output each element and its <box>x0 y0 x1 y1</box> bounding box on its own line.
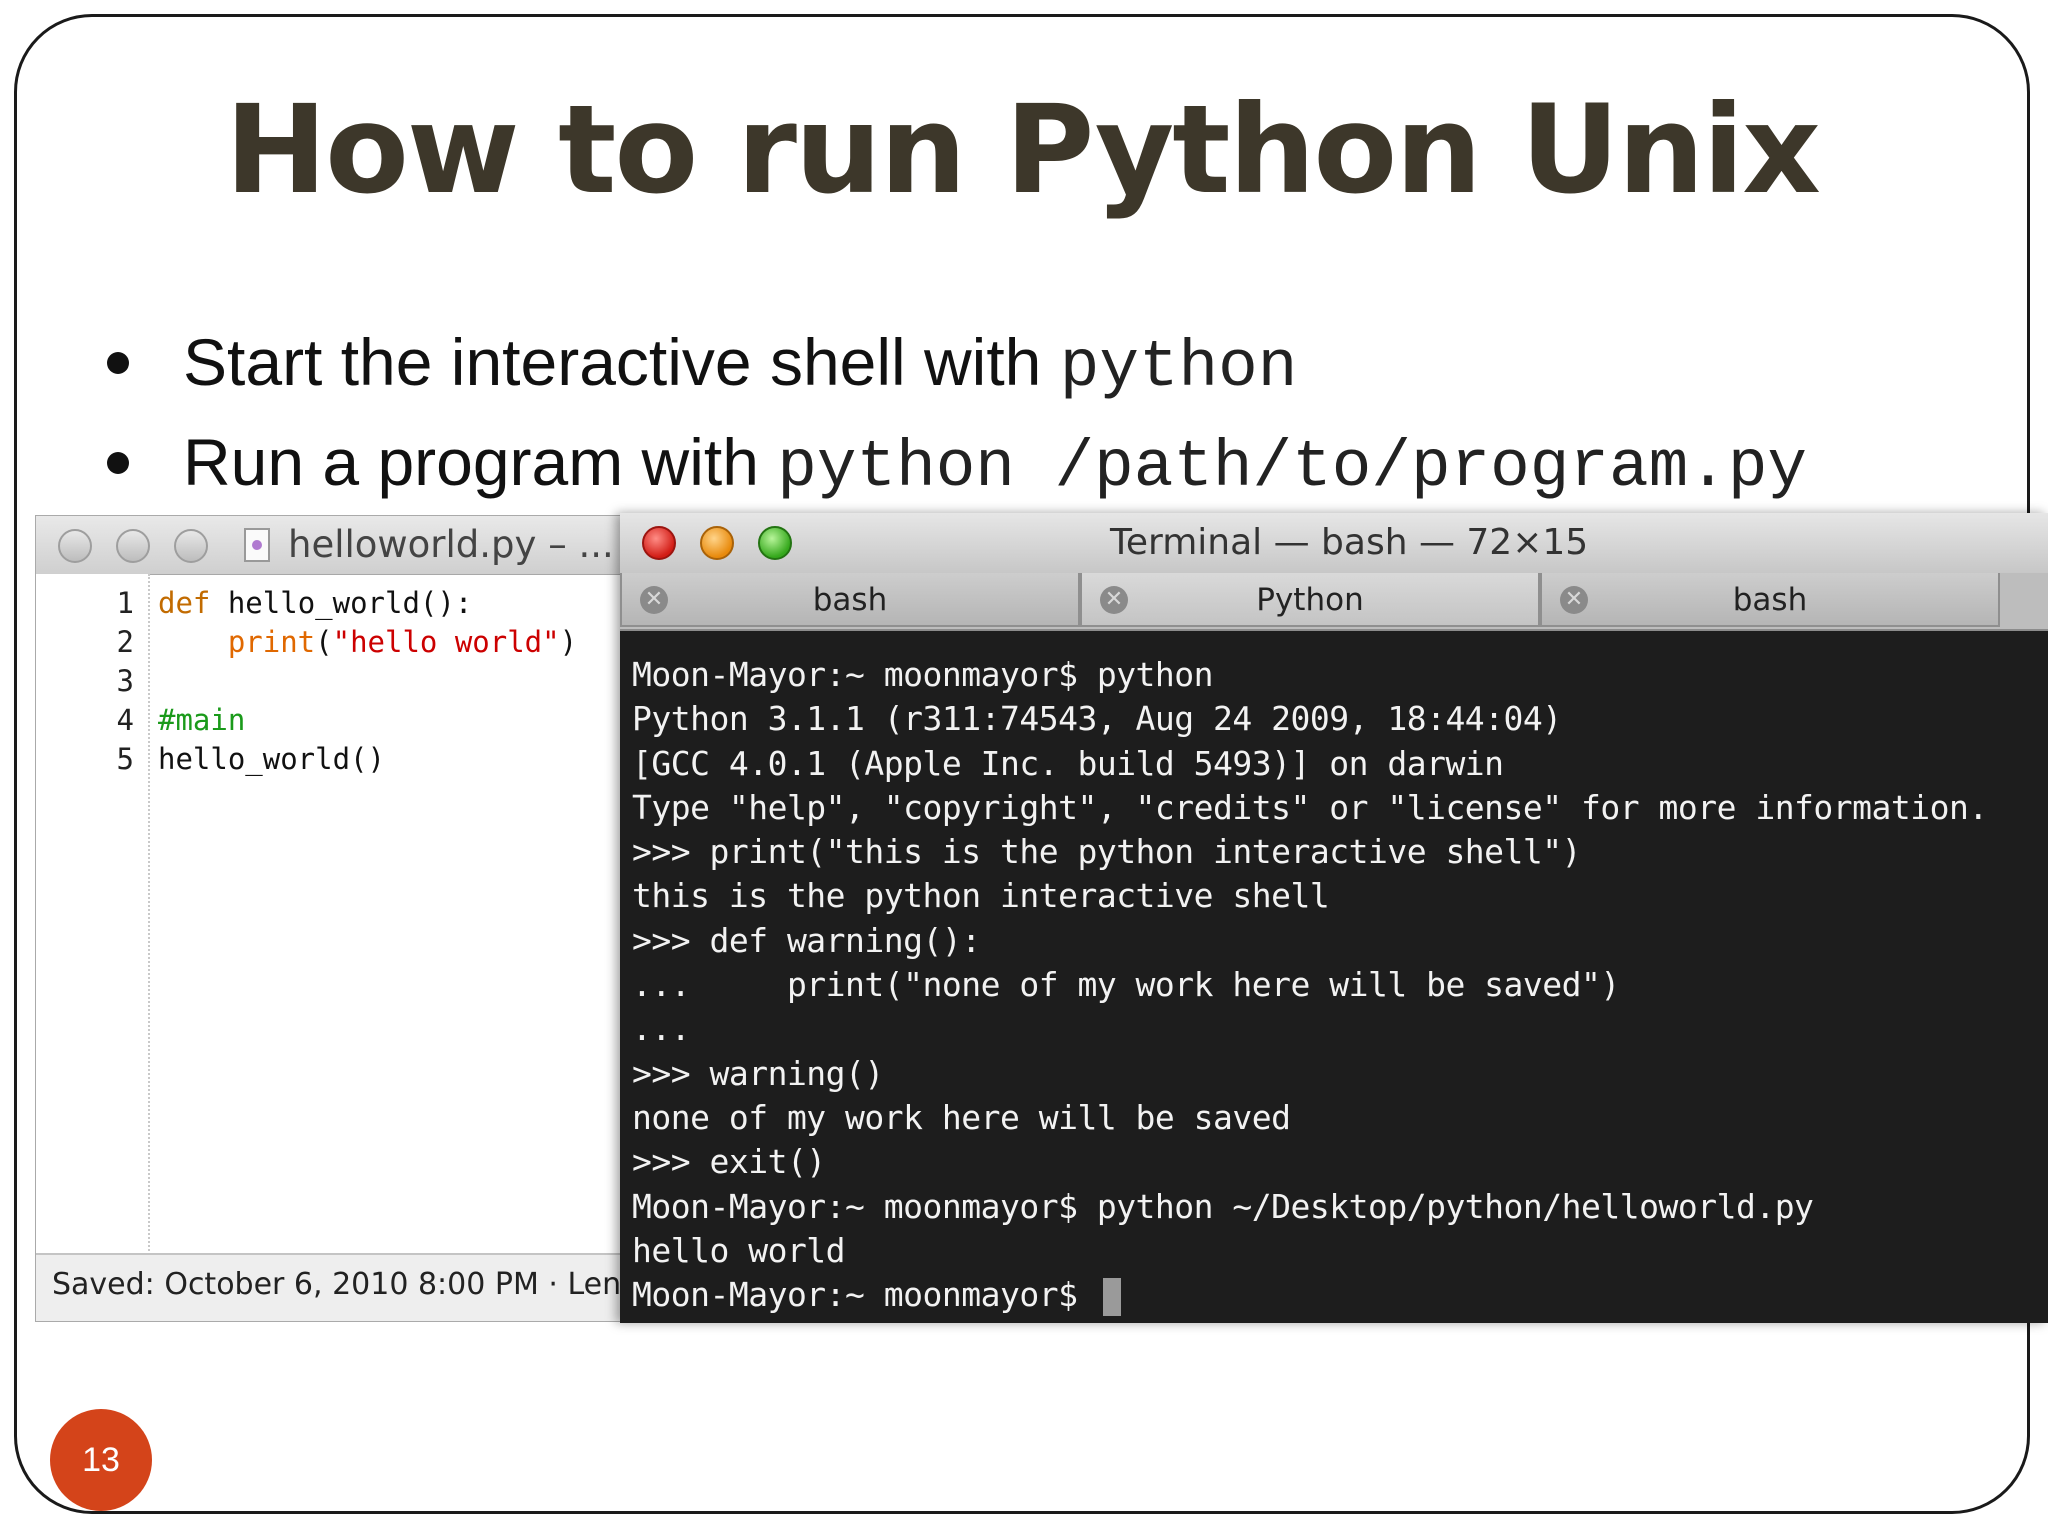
code-text: #main <box>134 703 245 737</box>
code-text: print("hello world") <box>134 625 577 659</box>
terminal-line-text: Moon-Mayor:~ moonmayor$ python ~/Desktop… <box>632 1186 1814 1226</box>
tab-bash[interactable]: ✕ bash <box>620 573 1080 627</box>
code-token: "hello world" <box>332 625 560 659</box>
bullet-item: Run a program with python /path/to/progr… <box>97 412 1807 512</box>
code-line: 5 hello_world() <box>36 740 654 779</box>
terminal-line: >>> print("this is the python interactiv… <box>632 830 2048 874</box>
terminal-line-text: ... print("none of my work here will be … <box>632 965 1620 1005</box>
editor-titlebar[interactable]: helloworld.py – ... <box>36 516 654 575</box>
terminal-line-text: this is the python interactive shell <box>632 876 1330 916</box>
line-number: 5 <box>116 742 134 776</box>
terminal-titlebar[interactable]: Terminal — bash — 72×15 <box>620 513 2048 573</box>
code-line: 3 <box>36 662 654 701</box>
tab-close-icon[interactable]: ✕ <box>1100 586 1128 614</box>
zoom-traffic-light-icon[interactable] <box>758 526 792 560</box>
terminal-line: ... print("none of my work here will be … <box>632 963 2048 1007</box>
tab-close-icon[interactable]: ✕ <box>640 586 668 614</box>
terminal-line-text: ... <box>632 1009 691 1049</box>
terminal-window: Terminal — bash — 72×15 ✕ bash ✕ Python … <box>620 513 2048 1323</box>
code-token: ) <box>559 625 578 659</box>
terminal-line: >>> exit() <box>632 1140 2048 1184</box>
bullet-code: python <box>1059 330 1298 405</box>
terminal-line: Python 3.1.1 (r311:74543, Aug 24 2009, 1… <box>632 697 2048 741</box>
terminal-line: Moon-Mayor:~ moonmayor$ python <box>632 653 2048 697</box>
code-text: def hello_world(): <box>134 586 472 620</box>
terminal-tab-bar: ✕ bash ✕ Python ✕ bash <box>620 573 2048 631</box>
terminal-line: Moon-Mayor:~ moonmayor$ python ~/Desktop… <box>632 1185 2048 1229</box>
terminal-output[interactable]: Moon-Mayor:~ moonmayor$ python Python 3.1… <box>620 631 2048 1323</box>
terminal-line: this is the python interactive shell <box>632 874 2048 918</box>
terminal-line-text: >>> print("this is the python interactiv… <box>632 832 1582 872</box>
terminal-line-text: [GCC 4.0.1 (Apple Inc. build 5493)] on d… <box>632 743 1504 783</box>
code-line: 1 def hello_world(): <box>36 584 654 623</box>
bullet-code: python /path/to/program.py <box>777 430 1808 505</box>
code-token: print <box>227 625 316 659</box>
terminal-line: Moon-Mayor:~ moonmayor$ <box>632 1273 2048 1317</box>
slide-title: How to run Python Unix <box>224 79 1821 221</box>
tab-python[interactable]: ✕ Python <box>1080 573 1540 627</box>
terminal-line-text: Moon-Mayor:~ moonmayor$ <box>632 1275 1097 1315</box>
terminal-line-text: >>> warning() <box>632 1053 884 1093</box>
editor-window: helloworld.py – ... 1 def hello_world(): 2… <box>35 515 655 1322</box>
code-token: ( <box>315 625 333 659</box>
code-text: hello_world() <box>134 742 385 776</box>
editor-status-bar: Saved: October 6, 2010 8:00 PM · Length <box>36 1253 654 1321</box>
code-line: 4 #main <box>36 701 654 740</box>
line-number: 2 <box>116 625 134 659</box>
terminal-cursor <box>1102 1277 1121 1316</box>
close-traffic-light-icon[interactable] <box>58 529 92 563</box>
line-number: 3 <box>116 664 134 698</box>
terminal-line: hello world <box>632 1229 2048 1273</box>
document-icon <box>244 528 270 562</box>
terminal-line-text: >>> def warning(): <box>632 920 981 960</box>
editor-text-area[interactable]: 1 def hello_world(): 2 print("hello world"… <box>36 574 654 1255</box>
code-lines: 1 def hello_world(): 2 print("hello world"… <box>36 584 654 779</box>
minimize-traffic-light-icon[interactable] <box>116 529 150 563</box>
terminal-line-text: Moon-Mayor:~ moonmayor$ python <box>632 655 1214 694</box>
zoom-traffic-light-icon[interactable] <box>174 529 208 563</box>
page-number-badge: 13 <box>50 1409 152 1511</box>
bullet-list: Start the interactive shell with python … <box>97 312 1807 512</box>
terminal-line-text: Python 3.1.1 (r311:74543, Aug 24 2009, 1… <box>632 699 1562 739</box>
tab-label: bash <box>1732 582 1808 618</box>
terminal-line: [GCC 4.0.1 (Apple Inc. build 5493)] on d… <box>632 742 2048 786</box>
tab-label: bash <box>812 582 888 618</box>
tab-label: Python <box>1256 582 1364 618</box>
tab-close-icon[interactable]: ✕ <box>1560 586 1588 614</box>
bullet-text: Start the interactive shell with <box>183 325 1060 399</box>
bullet-dot-icon <box>107 352 129 374</box>
terminal-line: >>> warning() <box>632 1052 2048 1096</box>
editor-window-title: helloworld.py – ... <box>288 523 614 566</box>
code-token: #main <box>158 703 246 737</box>
terminal-line: Type "help", "copyright", "credits" or "… <box>632 786 2048 830</box>
terminal-line-text: hello world <box>632 1230 846 1270</box>
code-line: 2 print("hello world") <box>36 623 654 662</box>
terminal-line: ... <box>632 1007 2048 1051</box>
code-token: def <box>158 586 211 620</box>
bullet-text: Run a program with <box>183 425 778 499</box>
code-token: hello_world() <box>158 742 385 776</box>
bullet-item: Start the interactive shell with python <box>97 312 1807 412</box>
terminal-title-text: Terminal — bash — 72×15 <box>1110 522 1589 563</box>
tab-bash[interactable]: ✕ bash <box>1540 573 2000 627</box>
terminal-line-text: Type "help", "copyright", "credits" or "… <box>632 787 1988 827</box>
close-traffic-light-icon[interactable] <box>642 526 676 560</box>
line-number: 4 <box>116 703 134 737</box>
terminal-line: none of my work here will be saved <box>632 1096 2048 1140</box>
terminal-line-text: >>> exit() <box>632 1142 826 1182</box>
bullet-dot-icon <box>107 452 129 474</box>
terminal-line-text: none of my work here will be saved <box>632 1097 1291 1137</box>
code-token: hello_world(): <box>210 586 473 620</box>
minimize-traffic-light-icon[interactable] <box>700 526 734 560</box>
terminal-line: >>> def warning(): <box>632 919 2048 963</box>
line-number: 1 <box>116 586 134 620</box>
